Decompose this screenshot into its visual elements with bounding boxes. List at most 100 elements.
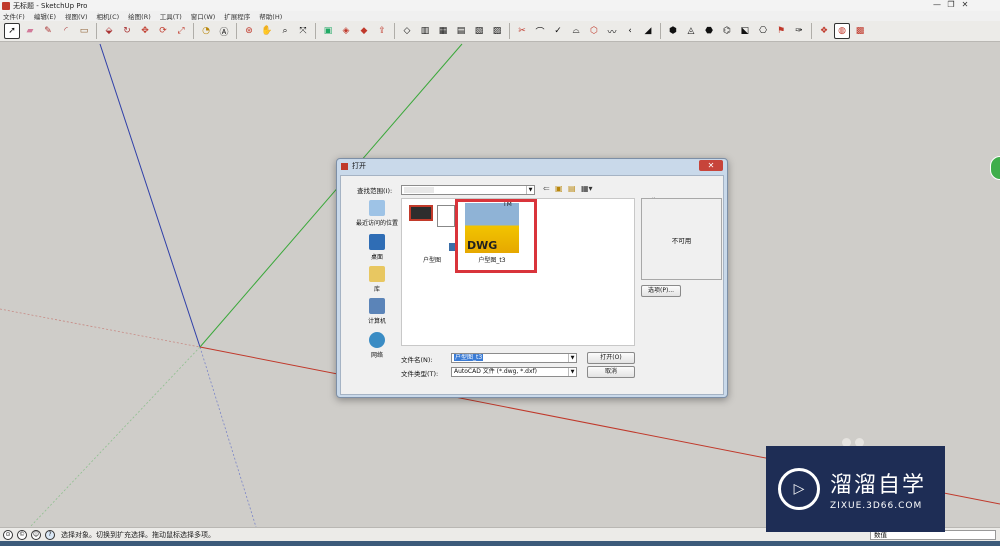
place-computer[interactable]: 计算机 bbox=[355, 298, 399, 325]
zoom-icon[interactable]: ⌕ bbox=[277, 23, 293, 39]
select-icon[interactable]: ➚ bbox=[4, 23, 20, 39]
place-label: 计算机 bbox=[367, 318, 386, 325]
credits-status-icon[interactable]: © bbox=[17, 529, 27, 540]
menu-edit[interactable]: 编辑(E) bbox=[34, 11, 56, 21]
menu-view[interactable]: 视图(V) bbox=[65, 11, 88, 21]
red-axis-dotted bbox=[0, 308, 201, 348]
warehouse-icon[interactable]: ◈ bbox=[338, 23, 354, 39]
text-icon[interactable]: Ⓐ bbox=[216, 23, 232, 39]
file-item[interactable]: 户型图 bbox=[402, 203, 462, 264]
green-axis-dotted bbox=[29, 346, 201, 527]
extension-icon[interactable]: ◆ bbox=[356, 23, 372, 39]
blue-axis-line bbox=[99, 43, 201, 348]
pan-icon[interactable]: ✋ bbox=[259, 23, 275, 39]
file-list[interactable]: 户型图 DWG TM 户型图_t3 bbox=[401, 198, 635, 346]
play-icon: ▷ bbox=[778, 468, 820, 510]
menu-window[interactable]: 窗口(W) bbox=[191, 11, 216, 21]
layers-icon[interactable]: ▧ bbox=[471, 23, 487, 39]
filetype-label: 文件类型(T): bbox=[401, 370, 439, 378]
model-info-icon[interactable]: ⚑ bbox=[773, 23, 789, 39]
place-recent[interactable]: 最近访问的位置 bbox=[355, 200, 399, 227]
component-icon[interactable]: ▣ bbox=[320, 23, 336, 39]
status-text: 选择对象。切换到扩充选择。拖动鼠标选择多项。 bbox=[61, 530, 215, 539]
styles-icon[interactable]: ▤ bbox=[453, 23, 469, 39]
scenes-icon[interactable]: ▨ bbox=[489, 23, 505, 39]
match-photo-icon[interactable]: ⎔ bbox=[755, 23, 771, 39]
section-icon[interactable]: ▥ bbox=[417, 23, 433, 39]
drape-icon[interactable]: ⬢ bbox=[665, 23, 681, 39]
tape-measure-icon[interactable]: ◔ bbox=[198, 23, 214, 39]
selection-highlight-box bbox=[455, 199, 537, 273]
zoom-extents-icon[interactable]: ⤧ bbox=[295, 23, 311, 39]
folder-name-blurred bbox=[404, 186, 434, 193]
share-icon[interactable]: ⇪ bbox=[374, 23, 390, 39]
outer-shell-icon[interactable]: ✂ bbox=[514, 23, 530, 39]
union-icon[interactable]: ✓ bbox=[550, 23, 566, 39]
rotate-icon[interactable]: ⟳ bbox=[155, 23, 171, 39]
place-libraries[interactable]: 库 bbox=[355, 266, 399, 293]
ruby-console-icon[interactable]: ✑ bbox=[791, 23, 807, 39]
solid-tools-icon[interactable]: ◇ bbox=[399, 23, 415, 39]
add-detail-icon[interactable]: ◬ bbox=[683, 23, 699, 39]
dialog-body: 查找范围(I): ▼ ⇐ ▣ ▤ ▦▾ 最近访问的位置 桌面 库 计算机 网络 … bbox=[340, 175, 724, 395]
user-status-icon[interactable]: ☺ bbox=[31, 529, 41, 540]
rectangle-icon[interactable]: ▭ bbox=[76, 23, 92, 39]
su-settings-icon[interactable]: ◍ bbox=[834, 23, 850, 39]
geo-location-icon[interactable]: ⌬ bbox=[719, 23, 735, 39]
split-icon[interactable]: 〰 bbox=[604, 23, 620, 39]
dialog-close-button[interactable]: ✕ bbox=[699, 160, 723, 171]
view-menu-icon[interactable]: ▦▾ bbox=[581, 184, 593, 193]
arc-icon[interactable]: ◜ bbox=[58, 23, 74, 39]
cancel-button[interactable]: 取消 bbox=[587, 366, 635, 378]
photo-texture-icon[interactable]: ⬕ bbox=[737, 23, 753, 39]
network-icon bbox=[369, 332, 385, 348]
pencil-icon[interactable]: ✎ bbox=[40, 23, 56, 39]
up-folder-icon[interactable]: ▣ bbox=[555, 184, 563, 193]
new-folder-icon[interactable]: ▤ bbox=[568, 184, 576, 193]
measurements-label: 数值 bbox=[874, 531, 887, 539]
su-logo-icon[interactable]: ❖ bbox=[816, 23, 832, 39]
menu-draw[interactable]: 绘图(R) bbox=[128, 11, 151, 21]
menu-camera[interactable]: 相机(C) bbox=[97, 11, 120, 21]
geo-location-status-icon[interactable]: ⊙ bbox=[3, 529, 13, 540]
blue-axis-dotted bbox=[199, 346, 257, 527]
menu-tools[interactable]: 工具(T) bbox=[160, 11, 182, 21]
close-window-button[interactable]: ✕ bbox=[958, 0, 972, 10]
place-network[interactable]: 网络 bbox=[355, 332, 399, 359]
su-extra-icon[interactable]: ▩ bbox=[852, 23, 868, 39]
maximize-button[interactable]: ❐ bbox=[944, 0, 958, 10]
window-title: 无标题 - SketchUp Pro bbox=[13, 1, 88, 10]
scale-icon[interactable]: ⤢ bbox=[173, 23, 189, 39]
intersect-icon[interactable]: ⌒ bbox=[532, 23, 548, 39]
minimize-button[interactable]: — bbox=[930, 0, 944, 10]
help-status-icon[interactable]: ? bbox=[45, 529, 55, 540]
chevron-down-icon: ▼ bbox=[526, 186, 534, 194]
back-icon[interactable]: ⇐ bbox=[543, 184, 550, 193]
push-pull-icon[interactable]: ⬙ bbox=[101, 23, 117, 39]
options-button[interactable]: 选项(P)... bbox=[641, 285, 681, 297]
menu-bar: 文件(F) 编辑(E) 视图(V) 相机(C) 绘图(R) 工具(T) 窗口(W… bbox=[0, 11, 1000, 21]
filetype-select[interactable]: AutoCAD 文件 (*.dwg, *.dxf) ▼ bbox=[451, 367, 577, 377]
trim-icon[interactable]: ⬡ bbox=[586, 23, 602, 39]
lookin-combo[interactable]: ▼ bbox=[401, 185, 535, 195]
menu-help[interactable]: 帮助(H) bbox=[259, 11, 282, 21]
subtract-icon[interactable]: ⌓ bbox=[568, 23, 584, 39]
filename-label: 文件名(N): bbox=[401, 356, 433, 364]
move-icon[interactable]: ✥ bbox=[137, 23, 153, 39]
folder-thumbnail bbox=[405, 203, 459, 253]
eraser-icon[interactable]: ▰ bbox=[22, 23, 38, 39]
menu-extensions[interactable]: 扩展程序 bbox=[224, 11, 250, 21]
smoove-icon[interactable]: ‹ bbox=[622, 23, 638, 39]
sandbox-icon[interactable]: ▦ bbox=[435, 23, 451, 39]
open-button[interactable]: 打开(O) bbox=[587, 352, 635, 364]
follow-me-icon[interactable]: ↻ bbox=[119, 23, 135, 39]
stamp-icon[interactable]: ◢ bbox=[640, 23, 656, 39]
libraries-icon bbox=[369, 266, 385, 282]
preview-box: 不可用 bbox=[641, 198, 722, 280]
flip-edge-icon[interactable]: ⬣ bbox=[701, 23, 717, 39]
orbit-icon[interactable]: ⊛ bbox=[241, 23, 257, 39]
place-desktop[interactable]: 桌面 bbox=[355, 234, 399, 261]
filename-field[interactable]: 户型图_t3 ▼ bbox=[451, 353, 577, 363]
menu-file[interactable]: 文件(F) bbox=[3, 11, 25, 21]
side-assistant-icon[interactable] bbox=[990, 156, 1000, 180]
